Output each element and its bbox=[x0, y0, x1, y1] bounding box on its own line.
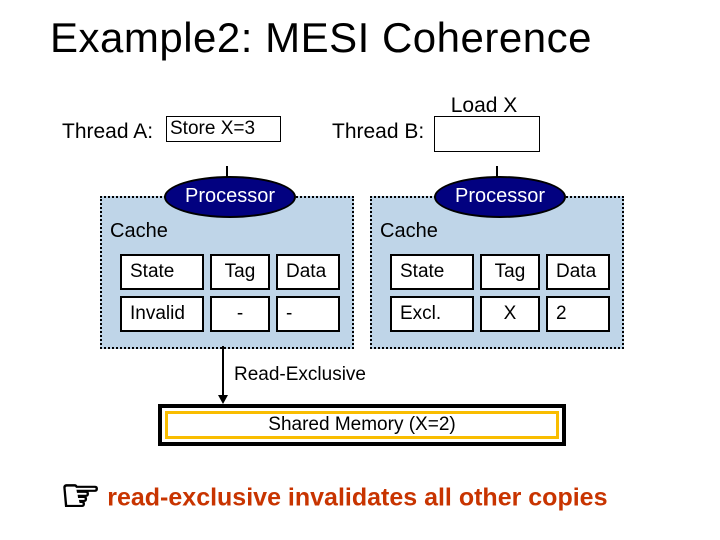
cell-state-b: Excl. bbox=[390, 296, 474, 332]
cache-table-b: State Tag Data Excl. X 2 bbox=[384, 248, 616, 338]
cache-label-a: Cache bbox=[110, 220, 168, 243]
pointing-hand-icon: ☞ bbox=[60, 468, 101, 522]
thread-a-box: Store X=3 bbox=[166, 116, 281, 142]
thread-b-label: Thread B: bbox=[332, 120, 424, 144]
arrow-down-icon bbox=[222, 346, 224, 402]
thread-b-box bbox=[434, 116, 540, 152]
cell-data-a: - bbox=[276, 296, 340, 332]
cell-state-a: Invalid bbox=[120, 296, 204, 332]
cell-data-b: 2 bbox=[546, 296, 610, 332]
thread-b-annotation: Load X bbox=[424, 94, 544, 118]
hdr-tag: Tag bbox=[210, 254, 270, 290]
thread-a-label: Thread A: bbox=[62, 120, 153, 144]
hdr-state: State bbox=[120, 254, 204, 290]
hdr-state: State bbox=[390, 254, 474, 290]
slide-title: Example2: MESI Coherence bbox=[50, 14, 592, 62]
cell-tag-a: - bbox=[210, 296, 270, 332]
arrow-label: Read-Exclusive bbox=[234, 364, 366, 386]
processor-a: Processor bbox=[164, 176, 296, 218]
cache-block-b: Processor Cache State Tag Data Excl. X 2 bbox=[370, 196, 624, 349]
cache-label-b: Cache bbox=[380, 220, 438, 243]
cell-tag-b: X bbox=[480, 296, 540, 332]
shared-memory: Shared Memory (X=2) bbox=[158, 404, 566, 446]
processor-b: Processor bbox=[434, 176, 566, 218]
hdr-data: Data bbox=[276, 254, 340, 290]
footnote: ☞read-exclusive invalidates all other co… bbox=[60, 472, 607, 526]
footnote-text: read-exclusive invalidates all other cop… bbox=[107, 484, 607, 512]
hdr-data: Data bbox=[546, 254, 610, 290]
hdr-tag: Tag bbox=[480, 254, 540, 290]
cache-block-a: Processor Cache State Tag Data Invalid -… bbox=[100, 196, 354, 349]
cache-table-a: State Tag Data Invalid - - bbox=[114, 248, 346, 338]
